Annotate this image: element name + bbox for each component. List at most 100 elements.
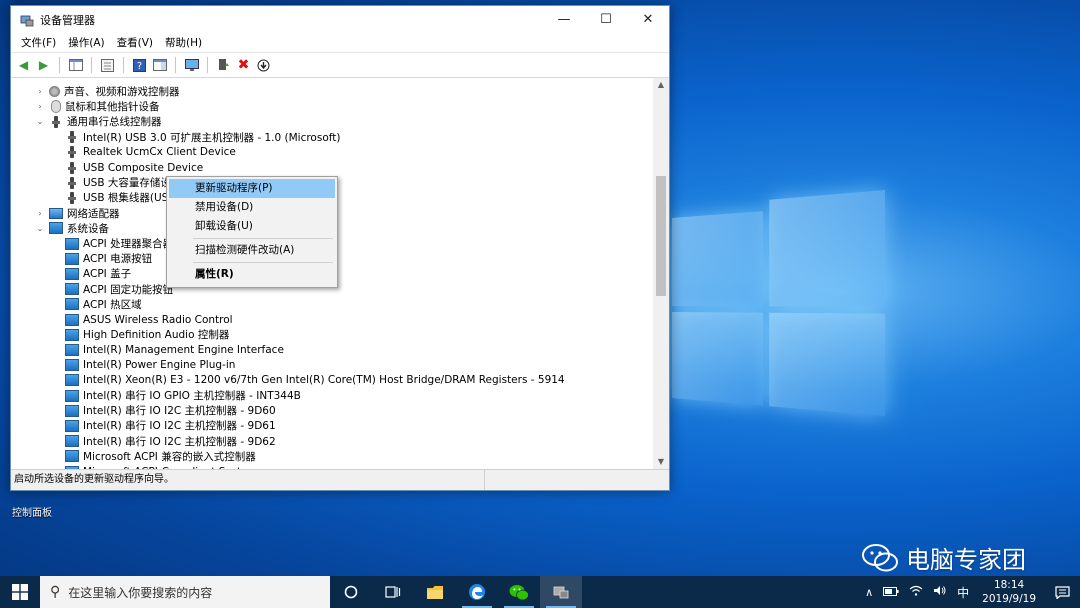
enable-device-icon[interactable] bbox=[255, 57, 272, 74]
menu-item-update-driver[interactable]: 更新驱动程序(P) bbox=[169, 179, 335, 198]
forward-arrow-icon[interactable]: ▶ bbox=[35, 57, 52, 74]
sys-device-icon bbox=[65, 405, 79, 417]
tree-node[interactable]: ACPI 固定功能按钮 bbox=[65, 282, 173, 297]
net-device-icon bbox=[49, 208, 63, 219]
tree-node-label: Realtek UcmCx Client Device bbox=[83, 146, 236, 158]
scroll-up-icon[interactable]: ▲ bbox=[653, 78, 669, 92]
wechat-taskbar-icon[interactable] bbox=[498, 576, 540, 608]
menu-file[interactable]: 文件(F) bbox=[15, 35, 62, 50]
tree-node[interactable]: ⌄ 通用串行总线控制器 bbox=[35, 114, 162, 129]
help-icon[interactable]: ? bbox=[131, 57, 148, 74]
scrollbar-thumb[interactable] bbox=[656, 176, 666, 296]
tree-node[interactable]: ACPI 盖子 bbox=[65, 266, 131, 281]
file-explorer-icon[interactable] bbox=[414, 576, 456, 608]
desktop-icon-label[interactable]: 控制面板 bbox=[12, 504, 52, 519]
expand-chevron-icon[interactable]: › bbox=[35, 102, 45, 111]
tree-node[interactable]: › 声音、视频和游戏控制器 bbox=[35, 84, 180, 99]
tree-node[interactable]: Intel(R) Xeon(R) E3 - 1200 v6/7th Gen In… bbox=[65, 373, 565, 388]
tree-node[interactable]: USB 大容量存储设备 bbox=[65, 175, 181, 190]
tree-node[interactable]: Intel(R) 串行 IO I2C 主机控制器 - 9D62 bbox=[65, 434, 276, 449]
tree-node-label: Intel(R) USB 3.0 可扩展主机控制器 - 1.0 (Microso… bbox=[83, 130, 340, 145]
maximize-button[interactable]: ☐ bbox=[585, 6, 627, 33]
start-button[interactable] bbox=[0, 576, 40, 608]
tree-node[interactable]: ACPI 处理器聚合器 bbox=[65, 236, 173, 251]
tree-node[interactable]: ⌄ 系统设备 bbox=[35, 221, 109, 236]
sys-device-icon bbox=[65, 314, 79, 326]
menu-separator bbox=[193, 238, 333, 239]
close-button[interactable]: ✕ bbox=[627, 6, 669, 33]
tree-node[interactable]: ACPI 热区域 bbox=[65, 297, 142, 312]
tree-node[interactable]: Microsoft ACPI 兼容的嵌入式控制器 bbox=[65, 449, 256, 464]
tree-node[interactable]: › 鼠标和其他指针设备 bbox=[35, 99, 160, 114]
sys-device-icon bbox=[65, 283, 79, 295]
usb-device-icon bbox=[65, 131, 79, 143]
view-list-icon[interactable] bbox=[151, 57, 168, 74]
tree-node-label: ASUS Wireless Radio Control bbox=[83, 314, 233, 326]
back-arrow-icon[interactable]: ◀ bbox=[15, 57, 32, 74]
wifi-icon[interactable] bbox=[904, 585, 928, 599]
ime-indicator[interactable]: 中 bbox=[952, 584, 974, 601]
tree-node[interactable]: USB Composite Device bbox=[65, 160, 203, 175]
tree-node[interactable]: Intel(R) Power Engine Plug-in bbox=[65, 358, 235, 373]
tree-node[interactable]: High Definition Audio 控制器 bbox=[65, 327, 229, 342]
toolbar-separator bbox=[123, 57, 124, 73]
cortana-circle-icon[interactable] bbox=[330, 576, 372, 608]
taskbar-search-box[interactable]: ⚲ 在这里输入你要搜索的内容 bbox=[40, 576, 330, 608]
sys-device-icon bbox=[65, 268, 79, 280]
properties-sheet-icon[interactable] bbox=[99, 57, 116, 74]
update-driver-icon[interactable] bbox=[215, 57, 232, 74]
clock-time: 18:14 bbox=[982, 578, 1036, 592]
minimize-button[interactable]: — bbox=[543, 6, 585, 33]
collapse-chevron-icon[interactable]: ⌄ bbox=[35, 117, 45, 126]
notification-center-icon[interactable] bbox=[1044, 586, 1080, 599]
tree-node[interactable]: Realtek UcmCx Client Device bbox=[65, 145, 236, 160]
tree-node[interactable]: ACPI 电源按钮 bbox=[65, 251, 152, 266]
tree-node[interactable]: Intel(R) Management Engine Interface bbox=[65, 342, 284, 357]
tree-node[interactable]: ASUS Wireless Radio Control bbox=[65, 312, 233, 327]
tree-node[interactable]: › 网络适配器 bbox=[35, 206, 120, 221]
menu-bar: 文件(F) 操作(A) 查看(V) 帮助(H) bbox=[11, 33, 669, 52]
toolbar-separator bbox=[59, 57, 60, 73]
expand-chevron-icon[interactable]: › bbox=[35, 87, 45, 96]
menu-item-disable-device[interactable]: 禁用设备(D) bbox=[169, 198, 335, 217]
sys-device-icon bbox=[65, 374, 79, 386]
tree-node-label: Intel(R) 串行 IO I2C 主机控制器 - 9D61 bbox=[83, 418, 276, 433]
tree-node[interactable]: Intel(R) 串行 IO I2C 主机控制器 - 9D60 bbox=[65, 403, 276, 418]
menu-view[interactable]: 查看(V) bbox=[111, 35, 159, 50]
scroll-down-icon[interactable]: ▼ bbox=[653, 455, 669, 469]
device-manager-window: 设备管理器 — ☐ ✕ 文件(F) 操作(A) 查看(V) 帮助(H) ◀ ▶ … bbox=[10, 5, 670, 491]
taskbar: ⚲ 在这里输入你要搜索的内容 ∧ 中 18:14 2019/9/19 bbox=[0, 576, 1080, 608]
tree-node-label: Intel(R) Management Engine Interface bbox=[83, 344, 284, 356]
show-hide-console-tree-icon[interactable] bbox=[67, 57, 84, 74]
task-view-icon[interactable] bbox=[372, 576, 414, 608]
device-manager-taskbar-icon[interactable] bbox=[540, 576, 582, 608]
title-bar[interactable]: 设备管理器 — ☐ ✕ bbox=[11, 6, 669, 33]
volume-icon[interactable] bbox=[928, 585, 952, 599]
usb-device-icon bbox=[49, 116, 63, 128]
expand-chevron-icon[interactable]: › bbox=[35, 209, 45, 218]
sys-device-icon bbox=[65, 344, 79, 356]
collapse-chevron-icon[interactable]: ⌄ bbox=[35, 224, 45, 233]
uninstall-x-icon[interactable]: ✖ bbox=[235, 57, 252, 74]
tree-node[interactable]: Intel(R) 串行 IO GPIO 主机控制器 - INT344B bbox=[65, 388, 301, 403]
clock[interactable]: 18:14 2019/9/19 bbox=[974, 578, 1044, 606]
toolbar-separator bbox=[175, 57, 176, 73]
tray-overflow-chevron-icon[interactable]: ∧ bbox=[860, 586, 878, 599]
tree-node[interactable]: Intel(R) 串行 IO I2C 主机控制器 - 9D61 bbox=[65, 418, 276, 433]
tree-node[interactable]: Intel(R) USB 3.0 可扩展主机控制器 - 1.0 (Microso… bbox=[65, 130, 340, 145]
menu-help[interactable]: 帮助(H) bbox=[159, 35, 208, 50]
vertical-scrollbar[interactable]: ▲ ▼ bbox=[653, 78, 669, 469]
scan-monitor-icon[interactable] bbox=[183, 57, 200, 74]
sys-device-icon bbox=[65, 420, 79, 432]
menu-action[interactable]: 操作(A) bbox=[62, 35, 110, 50]
sys-device-icon bbox=[65, 298, 79, 310]
menu-item-uninstall-device[interactable]: 卸载设备(U) bbox=[169, 217, 335, 236]
sys-device-icon bbox=[65, 253, 79, 265]
toolbar-separator bbox=[207, 57, 208, 73]
windows-wallpaper-logo bbox=[672, 190, 885, 416]
windows-start-icon bbox=[12, 584, 28, 600]
edge-browser-icon[interactable] bbox=[456, 576, 498, 608]
menu-item-scan-hardware[interactable]: 扫描检测硬件改动(A) bbox=[169, 241, 335, 260]
menu-item-properties[interactable]: 属性(R) bbox=[169, 265, 335, 284]
battery-icon[interactable] bbox=[878, 586, 904, 599]
